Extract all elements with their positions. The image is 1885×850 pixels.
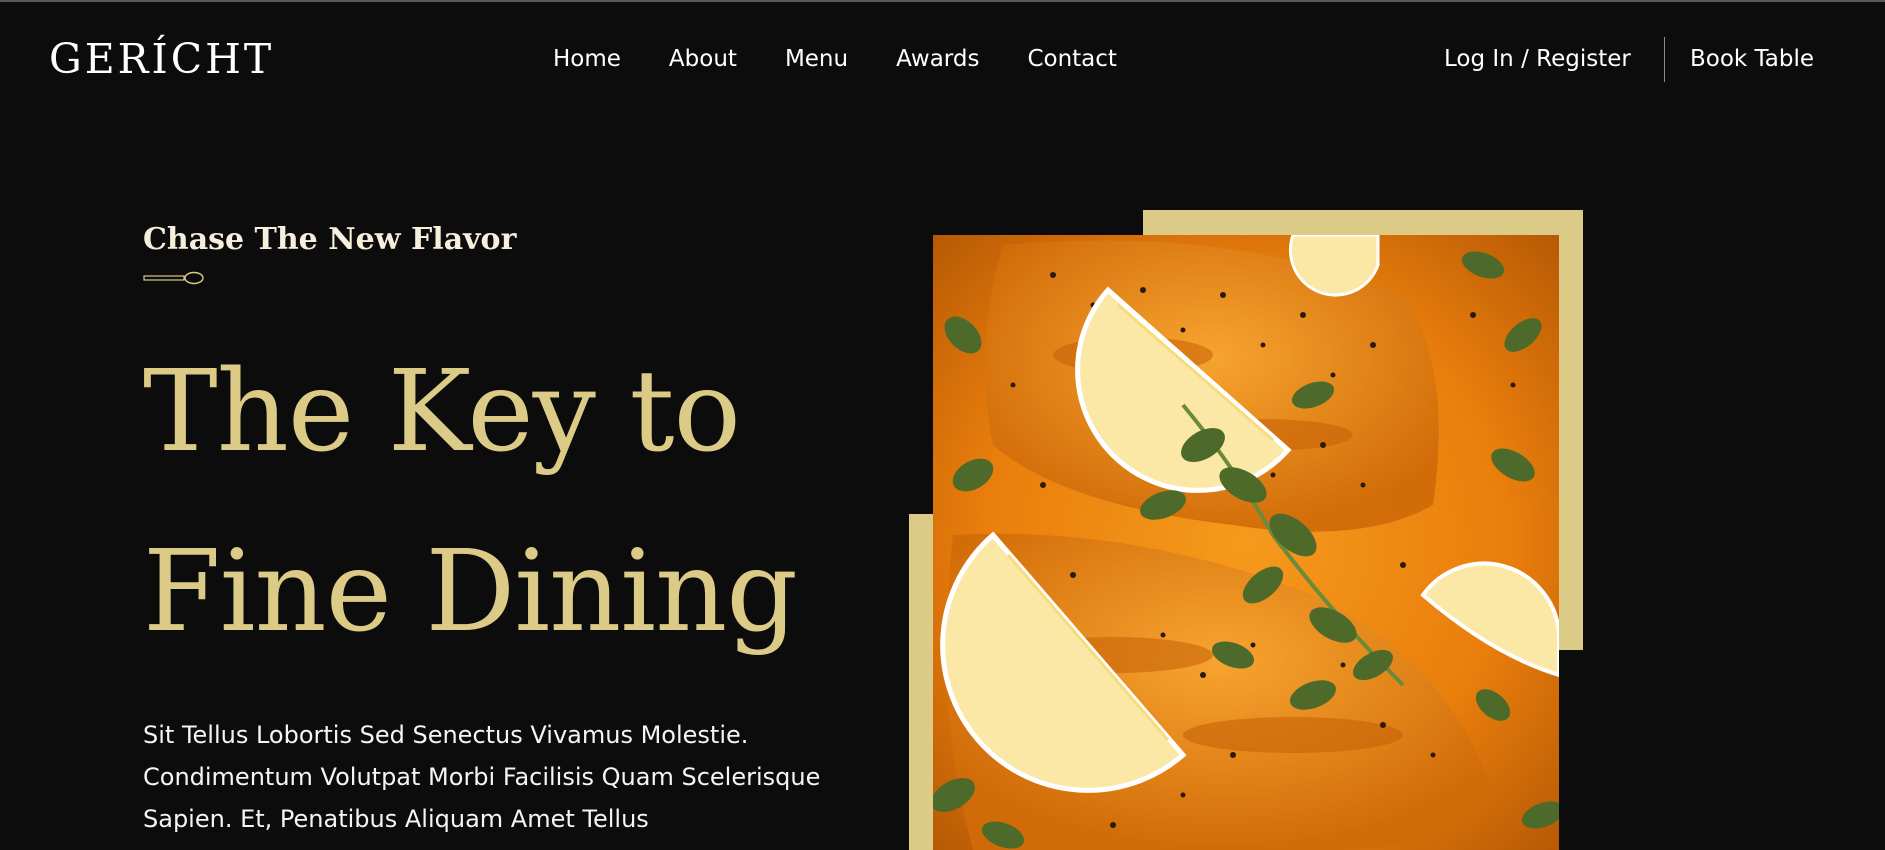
nav-link-contact[interactable]: Contact [1027,43,1116,75]
top-border [0,0,1885,2]
hero-food-image [933,235,1559,850]
nav-divider [1664,37,1665,82]
spoon-icon [143,270,205,289]
book-table-link[interactable]: Book Table [1690,43,1814,75]
nav-link-menu[interactable]: Menu [785,43,848,75]
hero-title: The Key to Fine Dining [143,322,798,682]
hero-subtitle: Chase The New Flavor [143,222,517,257]
hero-description: Sit Tellus Lobortis Sed Senectus Vivamus… [143,721,821,833]
brand-logo[interactable]: GERÍCHT [49,34,274,84]
nav-link-awards[interactable]: Awards [896,43,979,75]
main-nav: Home About Menu Awards Contact [553,43,1117,75]
hero-title-line-1: The Key to [143,347,741,477]
nav-link-about[interactable]: About [669,43,737,75]
hero-title-line-2: Fine Dining [143,527,798,657]
login-register-link[interactable]: Log In / Register [1444,43,1631,75]
nav-link-home[interactable]: Home [553,43,621,75]
